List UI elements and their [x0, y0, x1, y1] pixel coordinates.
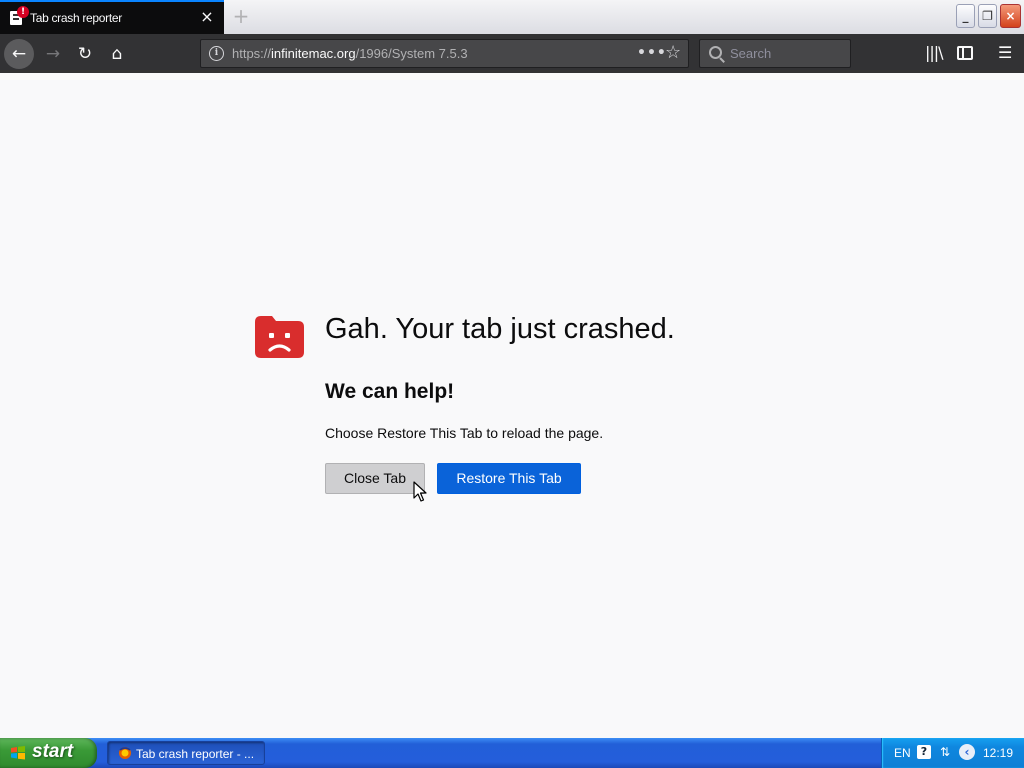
url-bar[interactable]: i https://infinitemac.org/1996/System 7.…: [200, 39, 689, 68]
crash-message: Choose Restore This Tab to reload the pa…: [325, 425, 604, 441]
browser-app-icon: [119, 747, 131, 759]
mouse-cursor-icon: [413, 481, 427, 502]
search-icon: [709, 46, 722, 59]
forward-arrow-icon[interactable]: →: [38, 39, 68, 69]
close-tab-button[interactable]: Close Tab: [325, 463, 425, 494]
start-label: start: [32, 741, 74, 762]
tab-strip: ! Tab crash reporter × + _ ❐ ×: [0, 0, 1024, 34]
minimize-button[interactable]: _: [956, 4, 975, 28]
crash-title: Gah. Your tab just crashed.: [325, 313, 675, 345]
url-text[interactable]: https://infinitemac.org/1996/System 7.5.…: [232, 46, 468, 61]
site-info-icon[interactable]: i: [209, 46, 224, 61]
reload-icon[interactable]: ↻: [70, 39, 100, 69]
crash-page: Gah. Your tab just crashed. We can help!…: [0, 73, 1024, 738]
start-button[interactable]: start: [0, 738, 97, 768]
navigation-toolbar: ← → ↻ ⌂ i https://infinitemac.org/1996/S…: [0, 34, 1024, 73]
taskbar-item-label: Tab crash reporter - ...: [136, 747, 255, 761]
hamburger-menu-icon[interactable]: ☰: [998, 43, 1012, 63]
tab-title: Tab crash reporter: [30, 11, 122, 25]
search-bar[interactable]: [699, 39, 851, 68]
tab-close-icon[interactable]: ×: [199, 9, 215, 25]
new-tab-plus-icon[interactable]: +: [232, 6, 250, 26]
tab-crash-reporter[interactable]: ! Tab crash reporter ×: [0, 0, 224, 34]
window-close-button[interactable]: ×: [1000, 4, 1021, 28]
clock: 12:19: [983, 746, 1014, 760]
crash-subtitle: We can help!: [325, 380, 455, 403]
url-prefix: https://: [232, 46, 272, 61]
windows-logo-icon: [11, 746, 25, 760]
url-path: /1996/System 7.5.3: [355, 46, 468, 61]
sad-tab-icon: [255, 316, 304, 358]
system-tray: EN ? ⇅ ‹ 12:19: [881, 738, 1024, 768]
sidebar-icon[interactable]: [957, 46, 973, 60]
restore-tab-button[interactable]: Restore This Tab: [437, 463, 581, 494]
back-arrow-icon[interactable]: ←: [4, 39, 34, 69]
taskbar: start Tab crash reporter - ... EN ? ⇅ ‹ …: [0, 738, 1024, 768]
library-icon[interactable]: |||\: [925, 43, 944, 63]
bookmark-star-icon[interactable]: ☆: [665, 43, 681, 63]
language-indicator[interactable]: EN: [894, 746, 911, 760]
help-icon[interactable]: ?: [917, 745, 931, 759]
page-actions-icon[interactable]: •••: [637, 44, 667, 62]
search-input[interactable]: [730, 44, 845, 63]
url-host: infinitemac.org: [271, 46, 356, 61]
restore-window-button[interactable]: ❐: [978, 4, 997, 28]
tray-expand-icon[interactable]: ‹: [959, 744, 975, 760]
alert-badge-icon: !: [17, 6, 29, 18]
network-icon[interactable]: ⇅: [940, 744, 950, 760]
home-icon[interactable]: ⌂: [102, 39, 132, 69]
taskbar-item-tab-crash-reporter[interactable]: Tab crash reporter - ...: [107, 741, 265, 765]
